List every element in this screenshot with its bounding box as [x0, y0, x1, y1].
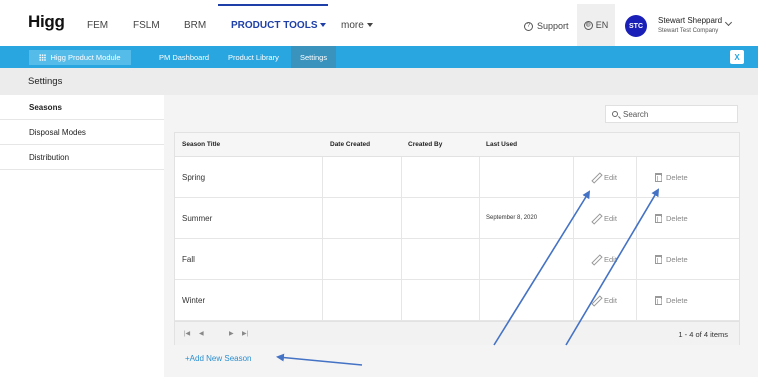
column-divider: [401, 157, 402, 321]
first-page-icon[interactable]: |◀: [184, 330, 190, 337]
pencil-icon: [592, 296, 600, 304]
search-placeholder: Search: [623, 109, 649, 119]
sidebar-item-seasons[interactable]: Seasons: [0, 95, 164, 120]
pencil-icon: [592, 255, 600, 263]
delete-button[interactable]: Delete: [655, 157, 688, 197]
delete-button[interactable]: Delete: [655, 198, 688, 238]
delete-label: Delete: [666, 213, 688, 223]
next-page-icon[interactable]: ▶: [229, 330, 234, 337]
table-row: Summer September 8, 2020 Edit Delete: [175, 198, 739, 239]
column-divider: [636, 157, 637, 321]
module-label: Higg Product Module: [50, 53, 121, 62]
delete-label: Delete: [666, 295, 688, 305]
table-row: Winter Edit Delete: [175, 280, 739, 321]
user-company: Stewart Test Company: [658, 28, 719, 34]
grid-icon: [39, 54, 47, 61]
column-header-last-used[interactable]: Last Used: [486, 141, 517, 148]
edit-button[interactable]: Edit: [592, 157, 617, 197]
main-content: Search Season Title Date Created Created…: [164, 95, 758, 377]
table-header: Season Title Date Created Created By Las…: [175, 133, 739, 157]
nav-more-label: more: [341, 20, 364, 31]
support-label: Support: [537, 21, 569, 31]
edit-label: Edit: [604, 213, 617, 223]
delete-button[interactable]: Delete: [655, 280, 688, 320]
page-title: Settings: [28, 76, 63, 87]
delete-button[interactable]: Delete: [655, 239, 688, 279]
trash-icon: [655, 172, 662, 182]
season-title-cell: Winter: [182, 295, 206, 305]
nav-product-tools[interactable]: PRODUCT TOOLS: [231, 20, 327, 31]
edit-button[interactable]: Edit: [592, 280, 617, 320]
nav-brm[interactable]: BRM: [184, 20, 206, 31]
support-link[interactable]: ? Support: [524, 21, 569, 31]
avatar[interactable]: STC: [625, 15, 647, 37]
caret-down-icon: [320, 23, 327, 27]
season-title-cell: Fall: [182, 254, 195, 264]
trash-icon: [655, 254, 662, 264]
column-header-date-created[interactable]: Date Created: [330, 141, 370, 148]
higg-logo[interactable]: Higg: [28, 12, 65, 32]
column-divider: [479, 157, 480, 321]
caret-down-icon: [366, 23, 373, 27]
module-switcher-button[interactable]: Higg Product Module: [29, 50, 131, 65]
column-header-season-title[interactable]: Season Title: [182, 141, 220, 148]
language-label: EN: [595, 20, 609, 30]
column-header-created-by[interactable]: Created By: [408, 141, 442, 148]
trash-icon: [655, 213, 662, 223]
add-new-season-link[interactable]: +Add New Season: [185, 354, 252, 363]
language-selector[interactable]: ◍ EN: [577, 4, 615, 46]
edit-label: Edit: [604, 254, 617, 264]
search-input[interactable]: Search: [605, 105, 738, 123]
season-title-cell: Spring: [182, 172, 206, 182]
pencil-icon: [592, 214, 600, 222]
last-page-icon[interactable]: ▶|: [242, 330, 248, 337]
delete-label: Delete: [666, 254, 688, 264]
delete-label: Delete: [666, 172, 688, 182]
edit-label: Edit: [604, 295, 617, 305]
edit-button[interactable]: Edit: [592, 239, 617, 279]
help-icon: ?: [524, 21, 533, 31]
last-used-cell: September 8, 2020: [486, 215, 538, 221]
nav-more[interactable]: more: [341, 20, 373, 31]
nav-fem[interactable]: FEM: [87, 20, 108, 31]
previous-page-icon[interactable]: ◀: [199, 330, 204, 337]
column-divider: [573, 157, 574, 321]
sidebar-item-distribution[interactable]: Distribution: [0, 145, 164, 170]
table-row: Fall Edit Delete: [175, 239, 739, 280]
tab-settings[interactable]: Settings: [291, 46, 337, 68]
nav-product-tools-label: PRODUCT TOOLS: [231, 20, 318, 31]
settings-header: Settings: [0, 68, 758, 95]
edit-label: Edit: [604, 172, 617, 182]
active-nav-indicator: [218, 4, 328, 6]
table-row: Spring Edit Delete: [175, 157, 739, 198]
edit-button[interactable]: Edit: [592, 198, 617, 238]
pagination-info: 1 - 4 of 4 items: [678, 330, 728, 339]
season-title-cell: Summer: [182, 213, 213, 223]
sidebar-item-disposal-modes[interactable]: Disposal Modes: [0, 120, 164, 145]
tab-product-library[interactable]: Product Library: [219, 46, 288, 68]
nav-fslm[interactable]: FSLM: [133, 20, 160, 31]
trash-icon: [655, 295, 662, 305]
pencil-icon: [592, 173, 600, 181]
search-icon: [612, 111, 618, 117]
chevron-down-icon[interactable]: [724, 18, 733, 27]
module-bar: Higg Product Module PM Dashboard Product…: [0, 46, 758, 68]
tab-pm-dashboard[interactable]: PM Dashboard: [150, 46, 218, 68]
globe-icon: ◍: [583, 20, 593, 30]
seasons-table: Season Title Date Created Created By Las…: [174, 132, 740, 345]
column-divider: [322, 157, 323, 321]
pagination-bar: |◀ ◀ ▶ ▶| 1 - 4 of 4 items: [175, 321, 739, 345]
settings-sidebar: Seasons Disposal Modes Distribution: [0, 95, 164, 170]
export-icon[interactable]: X: [730, 50, 744, 64]
user-name[interactable]: Stewart Sheppard: [658, 16, 722, 25]
top-navigation: Higg FEM FSLM BRM PRODUCT TOOLS more ? S…: [0, 0, 758, 46]
